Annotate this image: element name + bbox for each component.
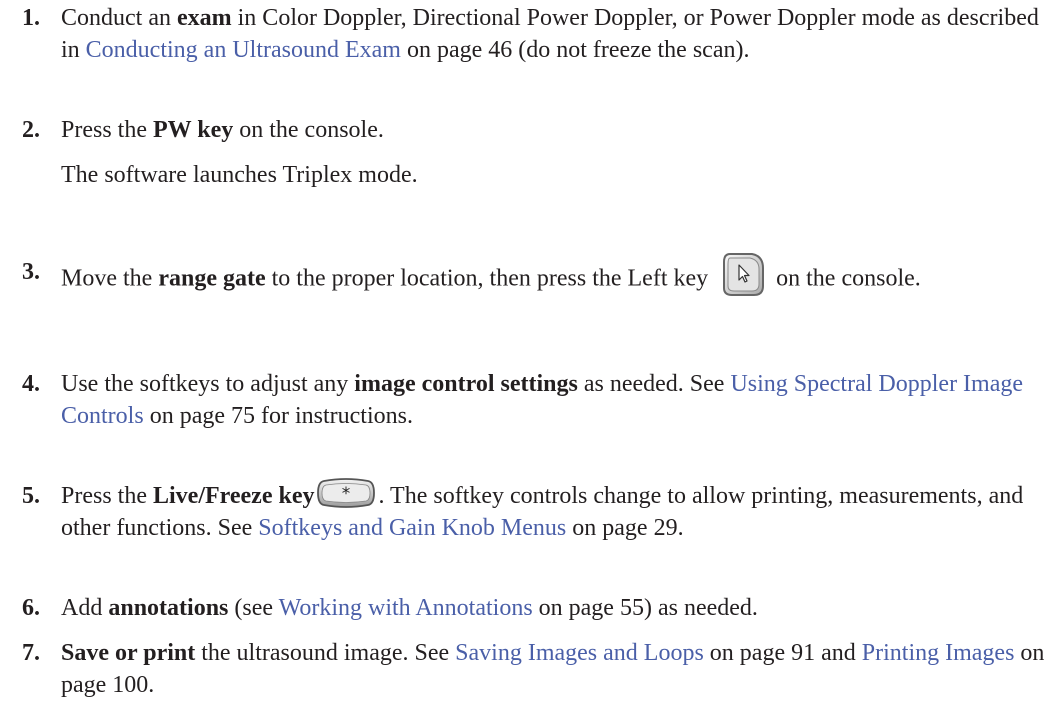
text-segment: on page 75 for instructions. <box>143 403 413 429</box>
text-segment: Press the <box>61 117 153 143</box>
bold-term: Live/Freeze key <box>153 483 315 509</box>
step-number: 6. <box>22 595 40 621</box>
step-3: 3. Move the range gate to the proper loc… <box>0 253 1050 304</box>
document-page: 1. Conduct an exam in Color Doppler, Dir… <box>0 0 1062 700</box>
bold-term: image control settings <box>354 371 578 397</box>
step-1: 1. Conduct an exam in Color Doppler, Dir… <box>0 2 1050 66</box>
step-number: 4. <box>22 371 40 397</box>
step-number: 3. <box>22 259 40 285</box>
step-2: 2. Press the PW key on the console. <box>0 114 1050 146</box>
bold-term: annotations <box>108 595 229 621</box>
step-text: Press the Live/Freeze key *. The softkey … <box>61 478 1050 544</box>
link-softkeys-gain-knob[interactable]: Softkeys and Gain Knob Menus <box>258 515 566 541</box>
bold-term: exam <box>176 5 232 31</box>
link-conducting-exam[interactable]: Conducting an Ultrasound Exam <box>86 37 401 63</box>
text-segment: Move the <box>61 265 159 292</box>
step-text: Conduct an exam in Color Doppler, Direct… <box>61 2 1050 66</box>
text-segment: (see <box>228 595 279 621</box>
step-text: Press the PW key on the console. <box>61 114 1050 146</box>
step-number: 2. <box>22 117 40 143</box>
step-2-note: The software launches Triplex mode. <box>61 162 418 188</box>
step-4: 4. Use the softkeys to adjust any image … <box>0 368 1050 432</box>
step-5: 5. Press the Live/Freeze key *. The softk… <box>0 478 1050 544</box>
bold-term: Save or print <box>61 640 196 666</box>
step-number: 7. <box>22 640 40 666</box>
step-text: Save or print the ultrasound image. See … <box>61 637 1050 701</box>
step-text: Move the range gate to the proper locati… <box>61 253 1050 304</box>
text-segment: Use the softkeys to adjust any <box>61 371 355 397</box>
freeze-key-icon: * <box>316 478 376 509</box>
text-segment: on the console. <box>776 265 921 292</box>
text-segment: the ultrasound image. See <box>195 640 456 666</box>
bold-term: PW key <box>153 117 234 143</box>
step-text: Add annotations (see Working with Annota… <box>61 592 1050 624</box>
link-printing-images[interactable]: Printing Images <box>862 640 1015 666</box>
step-number: 1. <box>22 5 40 31</box>
text-segment: on the console. <box>233 117 384 143</box>
bold-term: range gate <box>158 265 266 292</box>
text-segment: Add <box>61 595 109 621</box>
step-number: 5. <box>22 483 40 509</box>
step-text: Use the softkeys to adjust any image con… <box>61 368 1050 432</box>
text-segment: as needed. See <box>577 371 731 397</box>
text-segment: to the proper location, then press the L… <box>265 265 709 292</box>
text-segment: Conduct an <box>61 5 177 31</box>
text-segment: on page 55) as needed. <box>532 595 758 621</box>
text-segment: on page 29. <box>566 515 684 542</box>
step-7: 7. Save or print the ultrasound image. S… <box>0 637 1050 701</box>
link-working-annotations[interactable]: Working with Annotations <box>279 595 533 621</box>
text-segment: Press the <box>61 483 153 509</box>
svg-text:*: * <box>342 484 351 504</box>
text-segment: on page 91 and <box>703 640 862 666</box>
pointer-key-icon <box>720 250 766 298</box>
text-segment: on page 46 (do not freeze the scan). <box>400 37 750 63</box>
step-6: 6. Add annotations (see Working with Ann… <box>0 592 1050 624</box>
link-saving-images-loops[interactable]: Saving Images and Loops <box>455 640 704 666</box>
